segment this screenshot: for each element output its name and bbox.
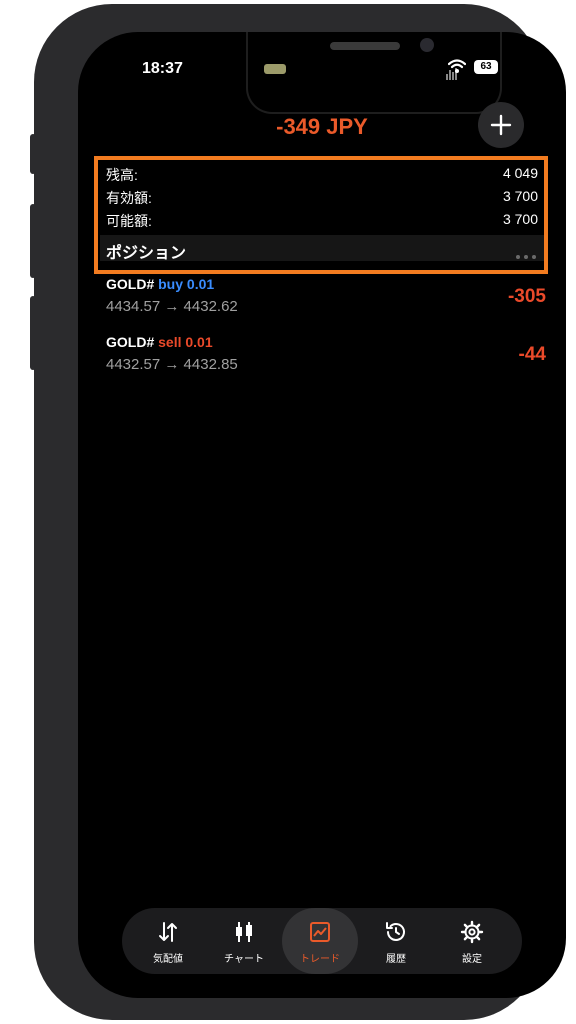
tab-trade[interactable]: トレード [282,908,358,974]
tab-settings-label: 設定 [462,954,482,965]
positions-title: ポジション [106,245,187,262]
plus-icon [490,114,512,136]
free-margin-value: 3 700 [502,211,538,227]
tab-chart[interactable]: チャート [206,908,282,974]
free-margin-label: 可能額: [106,213,152,229]
tab-history-label: 履歴 [386,954,406,965]
position-profit: -44 [518,344,546,365]
live-activity-icon [264,64,286,74]
screen: 18:37 63 -349 JPY 残高: 4 049 有効額: 3 700 可… [78,32,566,998]
add-order-button[interactable] [478,102,524,148]
volume-up-button [30,204,36,278]
tab-chart-label: チャート [224,954,264,965]
phone-frame: 18:37 63 -349 JPY 残高: 4 049 有効額: 3 700 可… [30,4,566,1020]
status-time: 18:37 [142,60,183,77]
equity-label: 有効額: [106,190,152,206]
position-prices: 4434.57 → 4432.62 [106,298,238,315]
wifi-icon [448,59,466,73]
quotes-arrows-icon [159,922,177,942]
camera [420,38,434,52]
tab-quotes-label: 気配値 [153,954,183,965]
candlestick-icon [236,922,252,942]
position-title: GOLD# sell 0.01 [106,334,213,350]
history-icon [386,922,405,941]
battery-indicator: 63 [474,60,498,74]
tab-trade-label: トレード [300,954,340,965]
tab-settings[interactable]: 設定 [434,908,510,974]
position-side: buy 0.01 [158,276,215,292]
trade-chart-icon [310,922,330,942]
balance-row: 残高: 4 049 [100,162,544,185]
balance-label: 残高: [106,167,138,183]
position-symbol: GOLD# [106,276,155,292]
account-summary: 残高: 4 049 有効額: 3 700 可能額: 3 700 ポジション [100,162,544,264]
more-dots-icon[interactable] [512,246,536,264]
mute-switch [30,134,36,174]
position-profit: -305 [507,286,546,307]
volume-down-button [30,296,36,370]
position-title: GOLD# buy 0.01 [106,276,214,292]
gear-icon [460,920,484,944]
speaker [330,42,400,50]
equity-row: 有効額: 3 700 [100,185,544,208]
position-item[interactable]: GOLD# buy 0.01 4434.57 → 4432.62 -305 [106,276,546,326]
balance-value: 4 049 [502,165,538,181]
position-prices: 4432.57 → 4432.85 [106,356,238,373]
positions-header: ポジション [100,235,544,264]
bottom-tab-bar: 気配値 チャート トレード 履歴 設定 [122,908,522,974]
free-margin-row: 可能額: 3 700 [100,208,544,231]
position-item[interactable]: GOLD# sell 0.01 4432.57 → 4432.85 -44 [106,334,546,384]
tab-quotes[interactable]: 気配値 [130,908,206,974]
equity-value: 3 700 [502,188,538,204]
tab-history[interactable]: 履歴 [358,908,434,974]
position-symbol: GOLD# [106,334,155,350]
position-side: sell 0.01 [158,334,213,350]
